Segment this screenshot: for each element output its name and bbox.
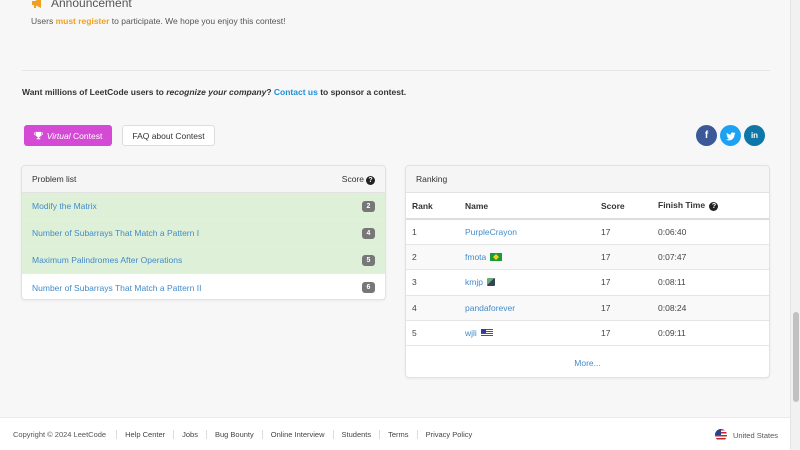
region-selector[interactable]: United States <box>714 429 778 441</box>
help-icon[interactable]: ? <box>366 175 375 185</box>
cube-icon <box>486 278 495 287</box>
sponsor-text: Want millions of LeetCode users to recog… <box>22 87 407 97</box>
problem-row[interactable]: Modify the Matrix 2 <box>22 193 385 220</box>
footer-link-privacy-policy[interactable]: Privacy Policy <box>416 429 481 439</box>
username-link[interactable]: kmjp <box>465 277 483 287</box>
footer: Copyright © 2024 LeetCode Help Center Jo… <box>0 417 790 450</box>
announcement-text: Users must register to participate. We h… <box>31 16 286 26</box>
problem-title[interactable]: Maximum Palindromes After Operations <box>32 255 182 265</box>
must-register-link[interactable]: must register <box>56 16 110 26</box>
ranking-header: Ranking <box>406 166 769 193</box>
divider <box>22 70 770 71</box>
scrollbar-thumb[interactable] <box>793 312 799 402</box>
problem-list-header: Problem list Score? <box>22 166 385 193</box>
announcement: Announcement Users must register to part… <box>31 0 286 26</box>
ranking-row: 2 fmota 17 0:07:47 <box>406 244 769 271</box>
name-column-header: Name <box>459 193 595 220</box>
score-badge: 5 <box>362 254 375 266</box>
score-badge: 2 <box>362 200 375 212</box>
brazil-flag-icon <box>490 253 503 262</box>
rank-column-header: Rank <box>406 193 459 220</box>
problem-row[interactable]: Maximum Palindromes After Operations 5 <box>22 247 385 274</box>
username-link[interactable]: pandaforever <box>465 303 515 313</box>
announcement-title: Announcement <box>51 0 132 10</box>
region-label: United States <box>732 430 778 440</box>
problem-row[interactable]: Number of Subarrays That Match a Pattern… <box>22 220 385 247</box>
problem-row[interactable]: Number of Subarrays That Match a Pattern… <box>22 274 385 299</box>
scrollbar[interactable] <box>790 0 800 450</box>
faq-button[interactable]: FAQ about Contest <box>122 125 215 146</box>
username-link[interactable]: wjli <box>465 328 477 338</box>
contact-us-link[interactable]: Contact us <box>274 87 318 97</box>
more-link[interactable]: More... <box>574 358 600 368</box>
contest-page: Announcement Users must register to part… <box>0 0 790 450</box>
copyright: Copyright © 2024 LeetCode <box>13 429 107 439</box>
footer-link-help-center[interactable]: Help Center <box>116 429 173 439</box>
linkedin-icon[interactable]: in <box>744 125 765 146</box>
score-column-header: Score <box>595 193 652 220</box>
us-flag-icon <box>480 329 493 338</box>
ranking-card: Ranking Rank Name Score Finish Time ? 1 … <box>405 165 770 378</box>
trophy-icon <box>33 131 43 140</box>
footer-link-bug-bounty[interactable]: Bug Bounty <box>205 429 262 439</box>
ranking-row: 5 wjli 17 0:09:11 <box>406 320 769 347</box>
score-badge: 4 <box>362 227 375 239</box>
ranking-row: 1 PurpleCrayon 17 0:06:40 <box>406 219 769 245</box>
finish-time-column-header: Finish Time ? <box>652 193 769 220</box>
facebook-icon[interactable]: f <box>696 125 717 146</box>
footer-link-students[interactable]: Students <box>332 429 380 439</box>
problem-list-card: Problem list Score? Modify the Matrix 2 … <box>21 165 386 300</box>
footer-link-terms[interactable]: Terms <box>379 429 416 439</box>
megaphone-icon <box>32 0 41 8</box>
problem-title[interactable]: Number of Subarrays That Match a Pattern… <box>32 228 199 238</box>
username-link[interactable]: fmota <box>465 252 486 262</box>
ranking-table: Rank Name Score Finish Time ? 1 PurpleCr… <box>406 193 769 347</box>
twitter-icon[interactable] <box>720 125 741 146</box>
ranking-row: 4 pandaforever 17 0:08:24 <box>406 295 769 322</box>
problem-title[interactable]: Number of Subarrays That Match a Pattern… <box>32 283 201 293</box>
virtual-contest-button[interactable]: Virtual Contest <box>24 125 112 146</box>
us-flag-icon <box>714 429 727 441</box>
ranking-row: 3 kmjp 17 0:08:11 <box>406 269 769 296</box>
score-badge: 6 <box>362 282 375 293</box>
footer-link-online-interview[interactable]: Online Interview <box>261 429 333 439</box>
username-link[interactable]: PurpleCrayon <box>465 227 517 237</box>
help-icon[interactable]: ? <box>709 202 719 211</box>
footer-link-jobs[interactable]: Jobs <box>173 429 206 439</box>
problem-title[interactable]: Modify the Matrix <box>32 201 97 211</box>
